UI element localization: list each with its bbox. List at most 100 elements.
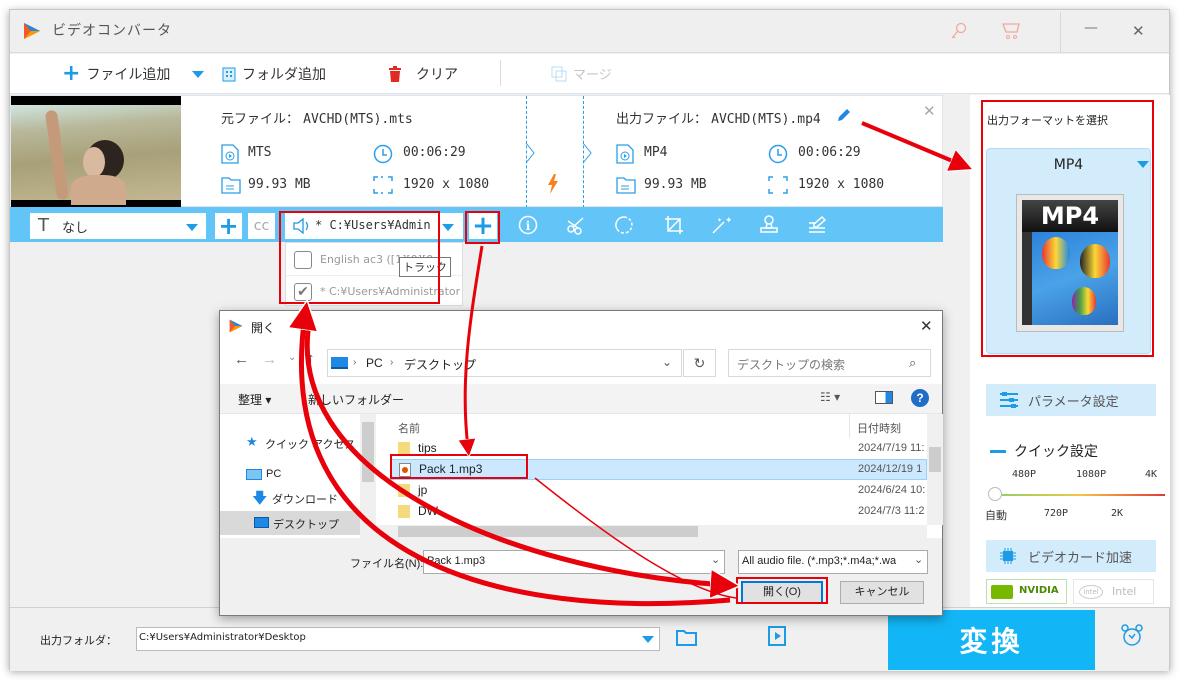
magic-wand-icon[interactable]: ✦ ✦	[711, 215, 731, 235]
intel-label: Intel	[1112, 585, 1137, 598]
quality-slider[interactable]: 480P 1080P 4K 自動 720P 2K	[985, 469, 1165, 529]
filetype-value: All audio file. (*.mp3;*.m4a;*.wa	[742, 555, 897, 567]
intel-toggle[interactable]: intel Intel	[1073, 579, 1154, 604]
source-format: MTS	[248, 145, 272, 160]
nav-pane-scrollbar[interactable]	[360, 414, 376, 538]
info-icon[interactable]: i	[518, 215, 538, 235]
chevron-down-icon[interactable]: ⌄	[711, 553, 720, 566]
file-row[interactable]: DW 2024/7/3 11:2	[390, 501, 927, 522]
title-divider	[1060, 12, 1061, 52]
horizontal-scrollbar[interactable]	[376, 525, 927, 538]
gpu-acceleration-button[interactable]: ビデオカード加速	[986, 540, 1156, 572]
add-file-button[interactable]: + ファイル追加	[62, 63, 171, 85]
rotate-icon[interactable]	[614, 215, 634, 235]
address-dropdown-icon[interactable]: ⌄	[662, 355, 672, 369]
video-output-icon[interactable]	[767, 626, 787, 646]
edit-subtitle-icon[interactable]	[807, 215, 827, 235]
nvidia-toggle[interactable]: NVIDIA	[986, 579, 1067, 604]
key-icon[interactable]	[948, 20, 970, 42]
quick-settings-heading: クイック設定	[1014, 444, 1098, 460]
forward-arrow-icon[interactable]: →	[262, 351, 277, 368]
parameter-settings-label: パラメータ設定	[1028, 395, 1119, 410]
chevron-right-icon	[582, 142, 592, 164]
output-folder-label: 出力フォルダ：	[40, 634, 117, 647]
cart-icon[interactable]	[1001, 20, 1023, 42]
cancel-button[interactable]: キャンセル	[840, 581, 924, 604]
scroll-thumb[interactable]	[398, 526, 698, 537]
alarm-clock-icon[interactable]	[1120, 624, 1144, 648]
file-list-scrollbar[interactable]	[927, 414, 943, 525]
remove-item-icon[interactable]: ✕	[923, 102, 936, 120]
main-toolbar: + ファイル追加 フォルダ追加 クリア マージ	[10, 54, 1169, 94]
file-row[interactable]: jp 2024/6/24 10:	[390, 480, 927, 501]
crop-icon[interactable]	[664, 215, 684, 235]
filetype-select[interactable]: All audio file. (*.mp3;*.m4a;*.wa ⌄	[738, 550, 928, 574]
up-arrow-icon[interactable]: ↑	[307, 350, 315, 367]
organize-button[interactable]: 整理 ▾	[238, 391, 271, 408]
dialog-close-button[interactable]: ✕	[920, 317, 933, 335]
preview-pane-icon[interactable]	[875, 391, 893, 404]
subtitle-select[interactable]: T なし	[30, 213, 206, 239]
file-item[interactable]: 元ファイル： AVCHD(MTS).mts MTS 00:06:29 99.93…	[10, 95, 943, 208]
title-bar: ビデオコンバータ — ✕	[10, 10, 1169, 53]
column-date[interactable]: 日付時刻	[857, 420, 901, 436]
help-icon[interactable]: ?	[911, 389, 929, 407]
slider-track[interactable]	[995, 494, 1165, 496]
output-duration: 00:06:29	[798, 145, 861, 160]
video-thumbnail[interactable]	[11, 96, 181, 208]
watermark-stamp-icon[interactable]	[759, 215, 779, 235]
refresh-button[interactable]: ↻	[683, 349, 716, 377]
nav-item-quick-access[interactable]: ★ クイック アクセス	[220, 432, 360, 454]
recent-chevron-icon[interactable]: ⌄	[288, 352, 296, 363]
filename-label: ファイル名(N):	[350, 558, 424, 570]
output-folder-input[interactable]: C:¥Users¥Administrator¥Desktop	[136, 627, 660, 651]
text-icon: T	[38, 215, 49, 236]
nav-item-desktop[interactable]: デスクトップ	[220, 511, 360, 535]
add-file-label: ファイル追加	[86, 67, 171, 83]
add-subtitle-button[interactable]: +	[215, 212, 242, 240]
resolution-icon	[373, 176, 393, 194]
scroll-thumb[interactable]	[929, 447, 941, 472]
add-file-dropdown-icon[interactable]	[192, 71, 204, 78]
size-folder-icon	[616, 176, 636, 194]
source-filename: AVCHD(MTS).mts	[303, 112, 413, 127]
source-duration: 00:06:29	[403, 145, 466, 160]
merge-button[interactable]: マージ	[551, 64, 612, 83]
chevron-down-icon[interactable]	[642, 636, 654, 643]
open-folder-icon[interactable]	[676, 628, 698, 646]
nav-item-pc[interactable]: PC	[220, 464, 360, 486]
open-file-dialog: 開く ✕ ← → ⌄ ↑ › PC › デスクトップ › ⌄ ↻ デスクトップの…	[219, 310, 943, 616]
lightning-icon[interactable]	[547, 174, 559, 194]
address-bar[interactable]: › PC › デスクトップ › ⌄	[327, 349, 682, 377]
nav-item-downloads[interactable]: 🡇 ダウンロード	[220, 487, 360, 509]
source-size: 99.93 MB	[248, 177, 311, 192]
pencil-icon[interactable]	[837, 108, 851, 122]
slider-handle[interactable]	[988, 487, 1002, 501]
parameter-settings-button[interactable]: パラメータ設定	[986, 384, 1156, 416]
breadcrumb-pc[interactable]: PC	[366, 356, 383, 370]
add-folder-button[interactable]: フォルダ追加	[222, 64, 326, 84]
output-folder-value: C:¥Users¥Administrator¥Desktop	[139, 632, 306, 643]
scroll-thumb[interactable]	[362, 422, 374, 482]
convert-button[interactable]: 変換	[888, 610, 1095, 670]
column-name[interactable]: 名前	[398, 420, 420, 436]
star-icon: ★	[246, 434, 258, 449]
search-input[interactable]: デスクトップの検索 ⌕	[728, 349, 931, 377]
output-size: 99.93 MB	[644, 177, 707, 192]
minimize-button[interactable]: —	[1084, 20, 1098, 36]
chevron-right-icon	[525, 142, 535, 164]
tick-label: 480P	[1012, 469, 1037, 480]
app-logo-icon	[22, 21, 42, 41]
chevron-down-icon[interactable]: ⌄	[914, 553, 923, 566]
view-options-icon[interactable]: ☷ ▾	[820, 390, 840, 404]
filename-input[interactable]: Pack 1.mp3 ⌄	[423, 550, 725, 574]
tick-label: 4K	[1145, 469, 1158, 480]
new-folder-button[interactable]: 新しいフォルダー	[308, 391, 404, 408]
close-button[interactable]: ✕	[1132, 22, 1145, 40]
back-arrow-icon[interactable]: ←	[234, 351, 249, 368]
cc-settings-icon[interactable]: cc	[248, 213, 275, 239]
resolution-icon	[768, 176, 788, 194]
scissors-icon[interactable]	[566, 215, 586, 235]
clear-button[interactable]: クリア	[388, 64, 458, 84]
tick-label: 自動	[985, 509, 1007, 522]
